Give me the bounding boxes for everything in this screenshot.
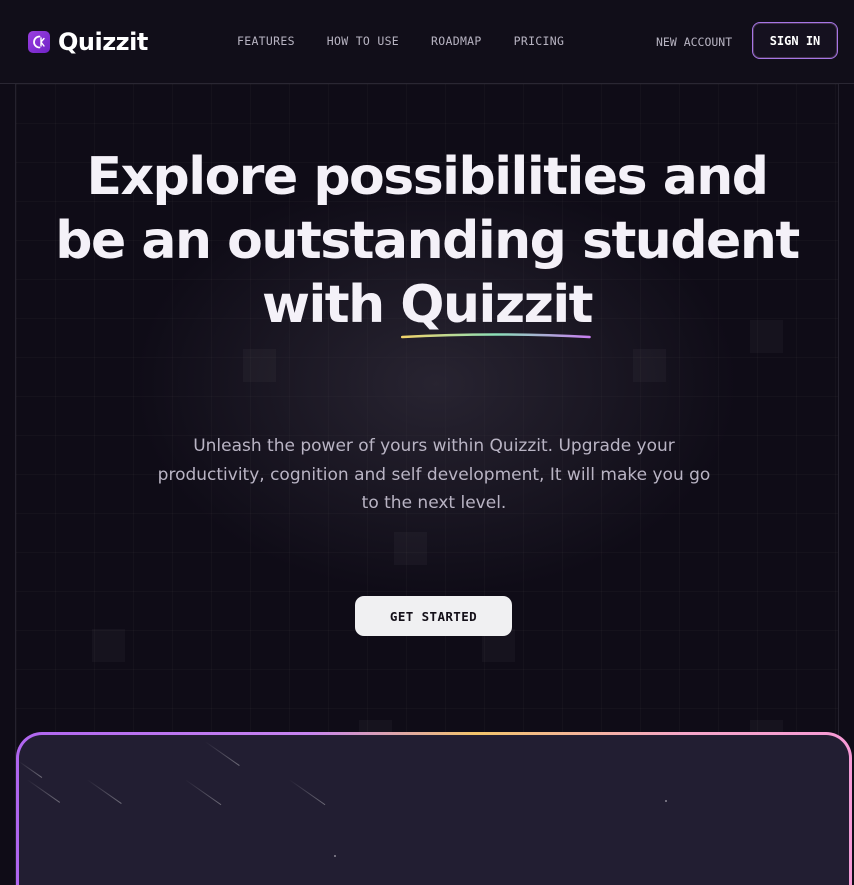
shooting-star bbox=[26, 779, 61, 803]
shooting-star bbox=[86, 779, 122, 804]
sign-in-button[interactable]: SIGN IN bbox=[752, 22, 838, 59]
shooting-star bbox=[184, 779, 222, 806]
headline-brand-text: Quizzit bbox=[400, 274, 593, 335]
logo-text: Quizzit bbox=[58, 28, 148, 56]
page: Quizzit FEATURES HOW TO USE ROADMAP PRIC… bbox=[0, 0, 854, 885]
shooting-star bbox=[204, 741, 240, 766]
nav-links: FEATURES HOW TO USE ROADMAP PRICING bbox=[237, 34, 596, 48]
star-dot bbox=[665, 800, 667, 802]
grid-tile bbox=[394, 532, 427, 565]
headline-line-1: Explore possibilities and bbox=[86, 146, 769, 207]
shooting-star bbox=[288, 779, 326, 806]
nav-link-features[interactable]: FEATURES bbox=[237, 34, 295, 48]
new-account-link[interactable]: NEW ACCOUNT bbox=[656, 35, 732, 49]
grid-tile bbox=[243, 349, 276, 382]
get-started-button[interactable]: GET STARTED bbox=[355, 596, 512, 636]
hero-subtitle: Unleash the power of yours within Quizzi… bbox=[157, 436, 711, 513]
top-nav: Quizzit FEATURES HOW TO USE ROADMAP PRIC… bbox=[0, 0, 854, 84]
logo[interactable]: Quizzit bbox=[28, 28, 148, 56]
star-dot bbox=[334, 855, 336, 857]
logo-mark-icon bbox=[28, 31, 50, 53]
preview-panel-inner bbox=[19, 735, 849, 885]
headline-line-3-prefix: with bbox=[261, 274, 401, 335]
shooting-star bbox=[19, 761, 43, 778]
nav-link-pricing[interactable]: PRICING bbox=[514, 34, 565, 48]
grid-tile bbox=[92, 629, 125, 662]
grid-tile bbox=[633, 349, 666, 382]
brand-underline-icon bbox=[401, 333, 592, 339]
preview-panel bbox=[16, 732, 852, 885]
hero-headline: Explore possibilities and be an outstand… bbox=[0, 145, 854, 339]
nav-link-roadmap[interactable]: ROADMAP bbox=[431, 34, 482, 48]
headline-line-2: be an outstanding student bbox=[55, 210, 800, 271]
nav-link-how-to-use[interactable]: HOW TO USE bbox=[327, 34, 399, 48]
headline-brand-word: Quizzit bbox=[400, 273, 594, 339]
